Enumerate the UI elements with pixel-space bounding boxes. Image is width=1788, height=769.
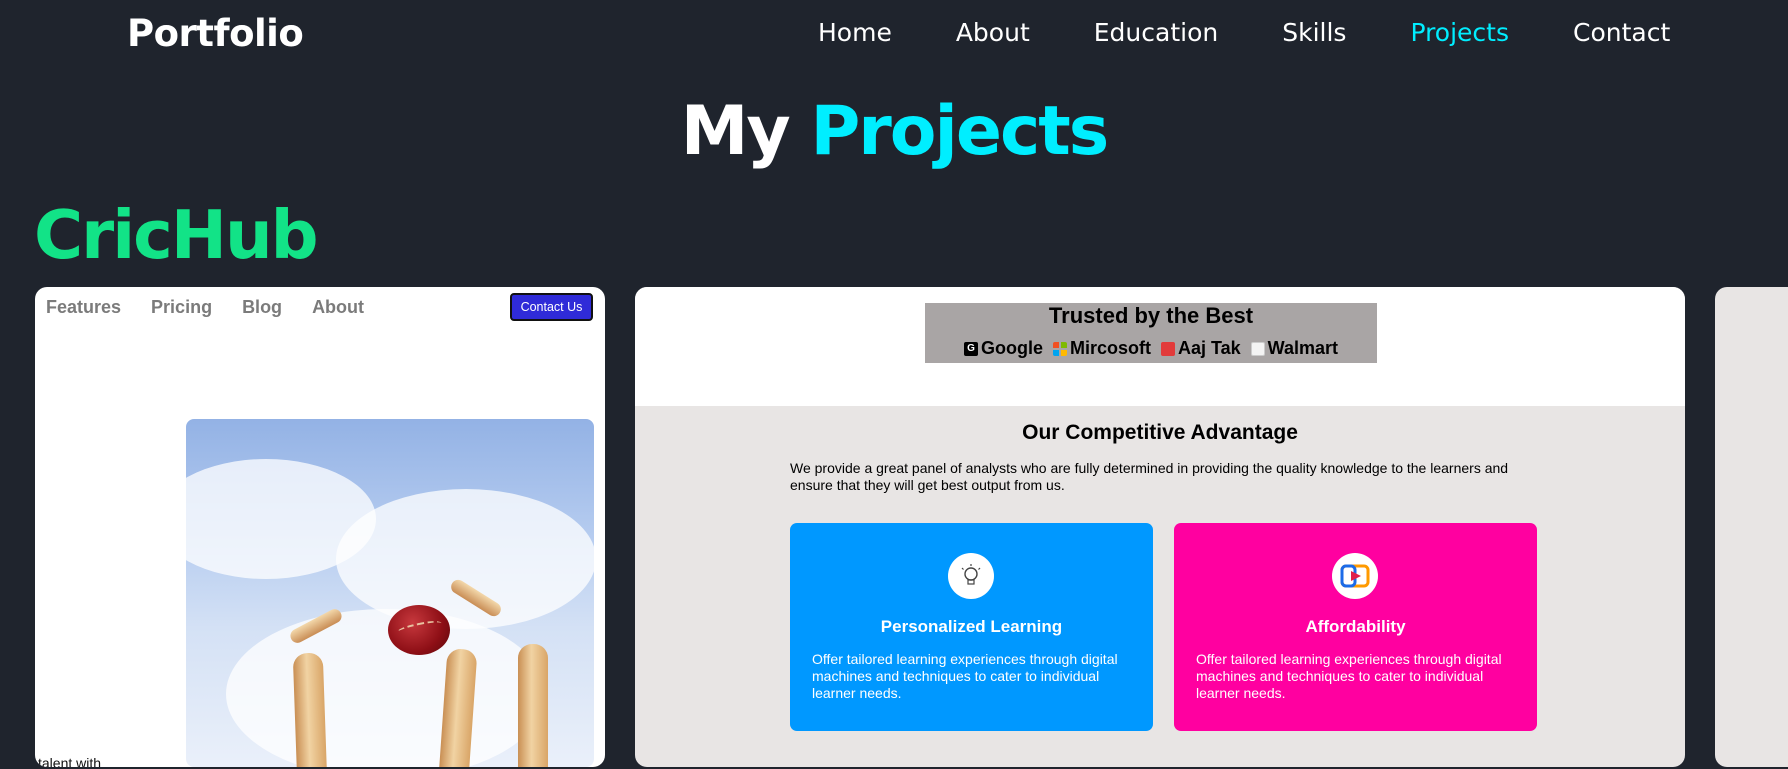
trusted-title: Trusted by the Best <box>1048 303 1254 328</box>
nav-link-home[interactable]: Home <box>818 18 892 47</box>
feature-title: Affordability <box>1305 617 1406 636</box>
brand-name: Google <box>980 338 1043 358</box>
microsoft-icon <box>1052 341 1067 356</box>
lightbulb-icon <box>948 553 994 599</box>
cricket-ball <box>388 605 450 655</box>
preview-snippet-text: talent with <box>38 755 102 767</box>
preview-nav: Features Pricing Blog About <box>46 297 394 318</box>
brand-name: Walmart <box>1267 338 1339 358</box>
contact-us-button[interactable]: Contact Us <box>510 293 593 321</box>
project-preview-card-next[interactable] <box>1715 287 1788 767</box>
advantage-description: We provide a great panel of analysts who… <box>790 460 1509 493</box>
brand-aaj-tak: Aaj Tak <box>1160 338 1241 359</box>
nav-links: Home About Education Skills Projects Con… <box>818 18 1670 47</box>
aaj-tak-icon <box>1160 341 1175 356</box>
brand-list: G Google Mircosoft Aaj Tak Walmart <box>925 338 1377 359</box>
trusted-box: Trusted by the Best G Google Mircosoft A… <box>925 303 1377 363</box>
brand-name: Aaj Tak <box>1177 338 1241 358</box>
feature-card-affordability[interactable]: Affordability Offer tailored learning ex… <box>1174 523 1537 731</box>
navbar: Portfolio Home About Education Skills Pr… <box>0 0 1788 72</box>
nav-link-education[interactable]: Education <box>1094 18 1218 47</box>
feature-card-personalized-learning[interactable]: Personalized Learning Offer tailored lea… <box>790 523 1153 731</box>
preview-nav-blog[interactable]: Blog <box>242 297 282 318</box>
preview-nav-about[interactable]: About <box>312 297 364 318</box>
project-preview-card-advantage[interactable]: Trusted by the Best G Google Mircosoft A… <box>635 287 1685 767</box>
feature-title: Personalized Learning <box>880 617 1063 636</box>
page-title: My Projects <box>0 92 1788 171</box>
brand-microsoft: Mircosoft <box>1052 338 1151 359</box>
google-icon: G <box>963 341 978 356</box>
page-title-part1: My <box>680 92 791 171</box>
project-preview-card-hero[interactable]: Features Pricing Blog About Contact Us t… <box>35 287 605 767</box>
nav-link-about[interactable]: About <box>956 18 1030 47</box>
brand-google: G Google <box>963 338 1043 359</box>
brand-walmart: Walmart <box>1250 338 1339 359</box>
stump-right <box>518 644 548 767</box>
video-play-icon <box>1332 553 1378 599</box>
nav-link-projects[interactable]: Projects <box>1410 18 1509 47</box>
preview-nav-features[interactable]: Features <box>46 297 121 318</box>
cloud-shape <box>226 609 546 767</box>
nav-link-contact[interactable]: Contact <box>1573 18 1670 47</box>
stump-left <box>292 652 328 767</box>
ball-seam <box>395 618 443 638</box>
walmart-icon <box>1250 341 1265 356</box>
cloud-shape <box>336 489 594 629</box>
nav-link-skills[interactable]: Skills <box>1282 18 1346 47</box>
preview-nav-pricing[interactable]: Pricing <box>151 297 212 318</box>
feature-description: Offer tailored learning experiences thro… <box>1196 651 1502 701</box>
cricket-stumps-image <box>186 419 594 767</box>
page-title-part2: Projects <box>810 92 1109 171</box>
project-title: CricHub <box>34 196 319 274</box>
brand-name: Mircosoft <box>1069 338 1151 358</box>
feature-description: Offer tailored learning experiences thro… <box>812 651 1118 701</box>
logo[interactable]: Portfolio <box>127 12 304 55</box>
advantage-title: Our Competitive Advantage <box>1022 421 1298 444</box>
